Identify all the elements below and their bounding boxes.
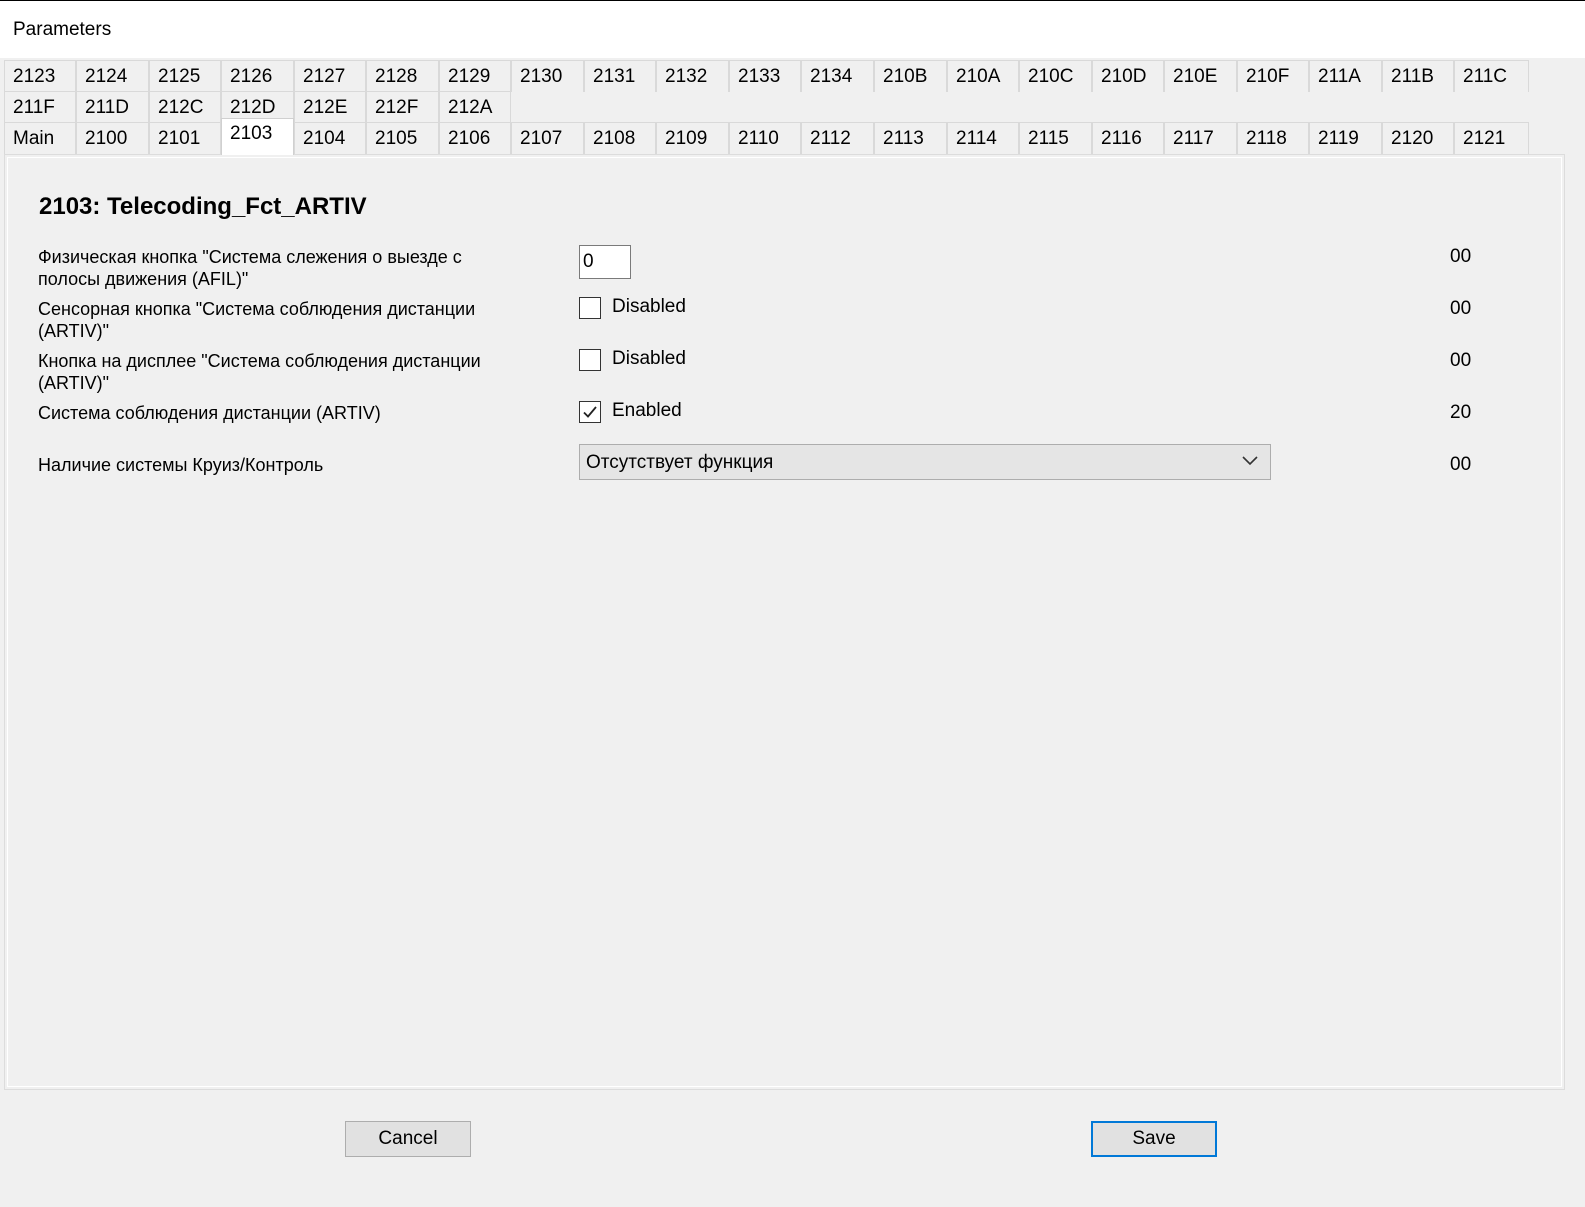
tab-2105[interactable]: 2105 [366,122,439,154]
tab-content-panel [4,154,1565,1090]
tab-2134[interactable]: 2134 [801,60,874,92]
param-value-artiv-touch-button: 00 [1450,298,1472,319]
save-button[interactable]: Save [1091,1121,1217,1157]
tab-2117[interactable]: 2117 [1164,122,1237,154]
tab-2125[interactable]: 2125 [149,60,221,92]
tab-2107[interactable]: 2107 [511,122,584,154]
tab-2131[interactable]: 2131 [584,60,656,92]
tab-2115[interactable]: 2115 [1019,122,1092,154]
artiv-touch-button-checkbox-label[interactable]: Disabled [612,296,686,318]
tab-2121[interactable]: 2121 [1454,122,1529,154]
cruise-control-dropdown[interactable]: Отсутствует функция [579,444,1271,480]
param-value-afil-button: 00 [1450,246,1472,267]
tab-2120[interactable]: 2120 [1382,122,1454,154]
artiv-display-button-checkbox-label[interactable]: Disabled [612,348,686,370]
tab-2132[interactable]: 2132 [656,60,729,92]
tab-210f[interactable]: 210F [1237,60,1309,92]
param-value-artiv-display-button: 00 [1450,350,1472,371]
tab-2129[interactable]: 2129 [439,60,511,92]
tab-2133[interactable]: 2133 [729,60,801,92]
param-label-artiv-display-button: Кнопка на дисплее "Система соблюдения ди… [38,351,481,393]
artiv-touch-button-checkbox[interactable] [579,297,601,319]
tab-211c[interactable]: 211C [1454,60,1529,92]
tab-2119[interactable]: 2119 [1309,122,1382,154]
tab-2116[interactable]: 2116 [1092,122,1164,154]
tab-2101[interactable]: 2101 [149,122,221,154]
artiv-display-button-checkbox[interactable] [579,349,601,371]
tab-2110[interactable]: 2110 [729,122,801,154]
tab-2103[interactable]: 2103 [221,118,294,155]
tab-2127[interactable]: 2127 [294,60,366,92]
cruise-control-selected: Отсутствует функция [586,452,774,473]
tab-2126[interactable]: 2126 [221,60,294,92]
tab-2128[interactable]: 2128 [366,60,439,92]
tab-2106[interactable]: 2106 [439,122,511,154]
tab-2104[interactable]: 2104 [294,122,366,154]
param-value-cruise-control: 00 [1450,454,1472,475]
tab-210e[interactable]: 210E [1164,60,1237,92]
title-bar: Parameters [0,0,1585,58]
tab-212c[interactable]: 212C [149,91,221,123]
tab-211f[interactable]: 211F [4,91,76,123]
tab-212e[interactable]: 212E [294,91,366,123]
tab-211a[interactable]: 211A [1309,60,1382,92]
tab-212f[interactable]: 212F [366,91,439,123]
artiv-system-checkbox[interactable] [579,401,601,423]
chevron-down-icon [1242,456,1258,466]
param-label-artiv-system: Система соблюдения дистанции (ARTIV) [38,403,381,423]
tab-210d[interactable]: 210D [1092,60,1164,92]
tab-212a[interactable]: 212A [439,91,511,123]
check-icon [583,406,597,418]
artiv-system-checkbox-label[interactable]: Enabled [612,400,682,422]
tab-2123[interactable]: 2123 [4,60,76,92]
tab-2108[interactable]: 2108 [584,122,656,154]
tab-210a[interactable]: 210A [947,60,1019,92]
tab-2113[interactable]: 2113 [874,122,947,154]
tab-2118[interactable]: 2118 [1237,122,1309,154]
cancel-button[interactable]: Cancel [345,1121,471,1157]
afil-button-input[interactable] [579,245,631,279]
tab-210c[interactable]: 210C [1019,60,1092,92]
param-value-artiv-system: 20 [1450,402,1472,423]
tab-2109[interactable]: 2109 [656,122,729,154]
section-title: 2103: Telecoding_Fct_ARTIV [39,193,367,220]
param-label-afil-button: Физическая кнопка "Система слежения о вы… [38,247,462,289]
tab-main[interactable]: Main [4,122,76,154]
window-title: Parameters [13,19,112,40]
param-label-cruise-control: Наличие системы Круиз/Контроль [38,455,324,475]
tab-2124[interactable]: 2124 [76,60,149,92]
tab-211b[interactable]: 211B [1382,60,1454,92]
tab-211d[interactable]: 211D [76,91,149,123]
param-label-artiv-touch-button: Сенсорная кнопка "Система соблюдения дис… [38,299,476,341]
tab-2114[interactable]: 2114 [947,122,1019,154]
tab-2100[interactable]: 2100 [76,122,149,154]
tab-2130[interactable]: 2130 [511,60,584,92]
tab-2112[interactable]: 2112 [801,122,874,154]
tab-210b[interactable]: 210B [874,60,947,92]
